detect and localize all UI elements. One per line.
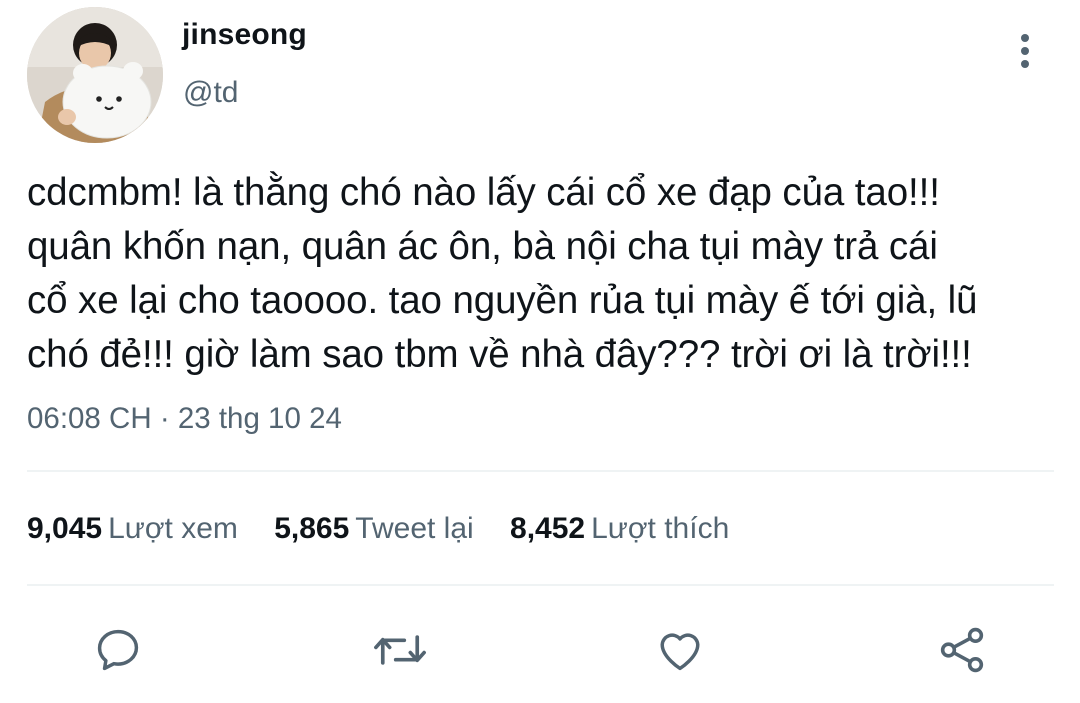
tweet-text: cdcmbm! là thằng chó nào lấy cái cổ xe đ… (27, 171, 978, 376)
retweets-label: Tweet lại (355, 512, 474, 545)
retweets-stat[interactable]: 5,865 Tweet lại (274, 512, 473, 546)
retweet-button[interactable] (372, 622, 428, 678)
user-photo-avatar-icon (27, 7, 163, 143)
tweet-detail: jinseong @td cdcmbm! là thằng chó nào lấ… (0, 0, 1080, 703)
like-button[interactable] (652, 622, 708, 678)
views-label: Lượt xem (108, 512, 238, 545)
divider (27, 584, 1054, 586)
tweet-timestamp[interactable]: 06:08 CH · 23 thg 10 24 (27, 402, 342, 436)
views-count: 9,045 (27, 512, 103, 545)
reply-icon (97, 629, 139, 671)
divider (27, 470, 1054, 472)
retweets-count: 5,865 (274, 512, 350, 545)
author-name[interactable]: jinseong (182, 18, 307, 52)
retweet-icon (374, 635, 426, 665)
author-handle[interactable]: @td (183, 76, 238, 110)
engagement-stats: 9,045 Lượt xem 5,865 Tweet lại 8,452 Lượt t… (27, 512, 757, 546)
reply-button[interactable] (90, 622, 146, 678)
more-options-icon[interactable] (1008, 30, 1042, 74)
share-button[interactable] (934, 622, 990, 678)
heart-icon (660, 633, 700, 671)
share-icon (940, 627, 984, 673)
likes-label: Lượt thích (591, 512, 730, 545)
avatar[interactable] (27, 7, 163, 143)
likes-count: 8,452 (510, 512, 586, 545)
likes-stat[interactable]: 8,452 Lượt thích (510, 512, 729, 546)
views-stat[interactable]: 9,045 Lượt xem (27, 512, 238, 546)
